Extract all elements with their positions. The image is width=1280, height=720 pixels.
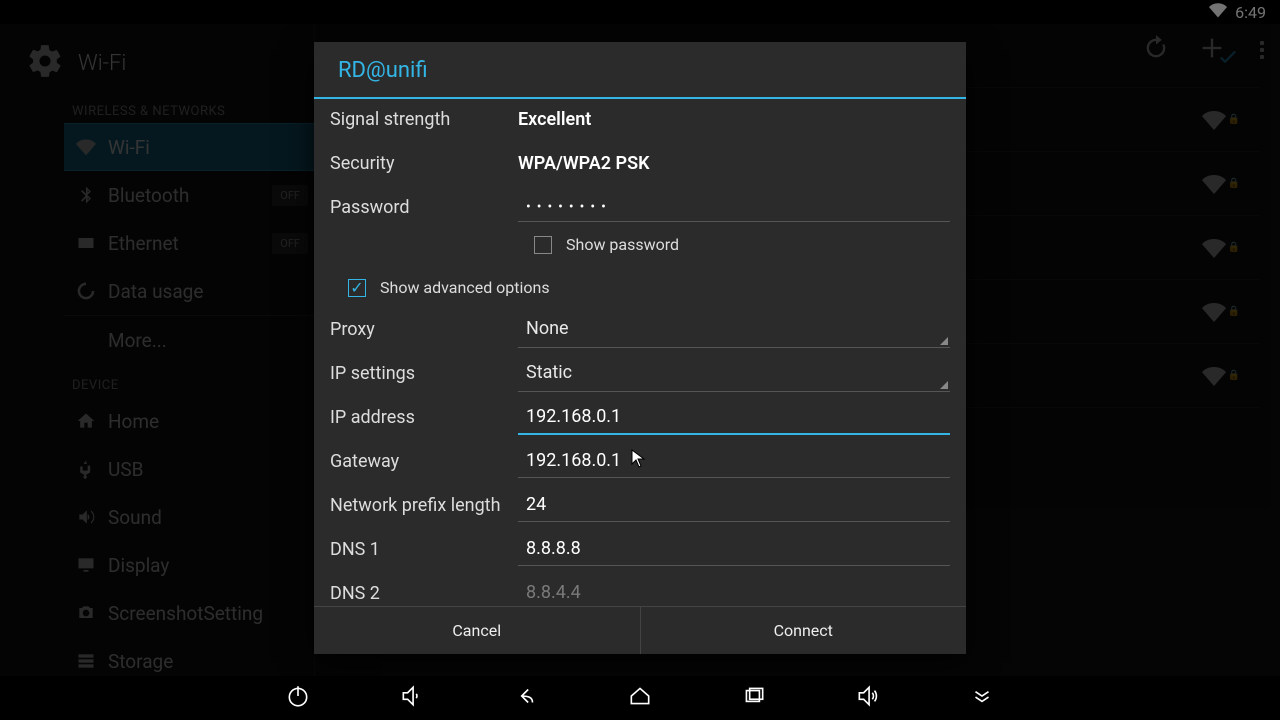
password-label: Password [330,197,518,218]
ip-settings-value: Static [526,362,572,383]
prefix-length-label: Network prefix length [330,495,518,516]
show-password-label: Show password [566,235,679,254]
show-password-checkbox[interactable] [534,236,552,254]
system-navbar [0,676,1280,720]
security-value: WPA/WPA2 PSK [518,153,650,174]
proxy-label: Proxy [330,319,518,340]
home-nav-icon[interactable] [627,683,653,713]
gateway-label: Gateway [330,451,518,472]
recents-icon[interactable] [741,683,767,713]
ip-settings-label: IP settings [330,363,518,384]
wifi-connect-dialog: RD@unifi Signal strength Excellent Secur… [314,42,966,654]
volume-down-icon[interactable] [399,683,425,713]
proxy-value: None [526,318,569,339]
connect-button[interactable]: Connect [640,607,967,654]
proxy-spinner[interactable]: None [518,310,950,348]
prefix-length-input[interactable] [518,488,950,522]
dialog-body: Signal strength Excellent Security WPA/W… [314,99,966,606]
dns1-input[interactable] [518,532,950,566]
back-icon[interactable] [513,683,539,713]
ip-settings-spinner[interactable]: Static [518,354,950,392]
collapse-icon[interactable] [969,683,995,713]
show-advanced-label: Show advanced options [380,278,550,297]
chevron-down-icon [940,381,948,389]
password-input[interactable] [518,193,950,222]
dns2-input[interactable] [518,576,950,606]
chevron-down-icon [940,337,948,345]
dns2-label: DNS 2 [330,583,518,604]
signal-strength-value: Excellent [518,109,591,130]
cancel-button[interactable]: Cancel [314,607,640,654]
gateway-input[interactable] [518,444,950,478]
ip-address-input[interactable] [518,400,950,435]
dns1-label: DNS 1 [330,539,518,560]
dialog-button-bar: Cancel Connect [314,606,966,654]
volume-up-icon[interactable] [855,683,881,713]
power-icon[interactable] [285,683,311,713]
signal-strength-label: Signal strength [330,109,518,130]
show-advanced-checkbox[interactable] [348,279,366,297]
dialog-title: RD@unifi [314,42,966,97]
ip-address-label: IP address [330,407,518,428]
security-label: Security [330,153,518,174]
